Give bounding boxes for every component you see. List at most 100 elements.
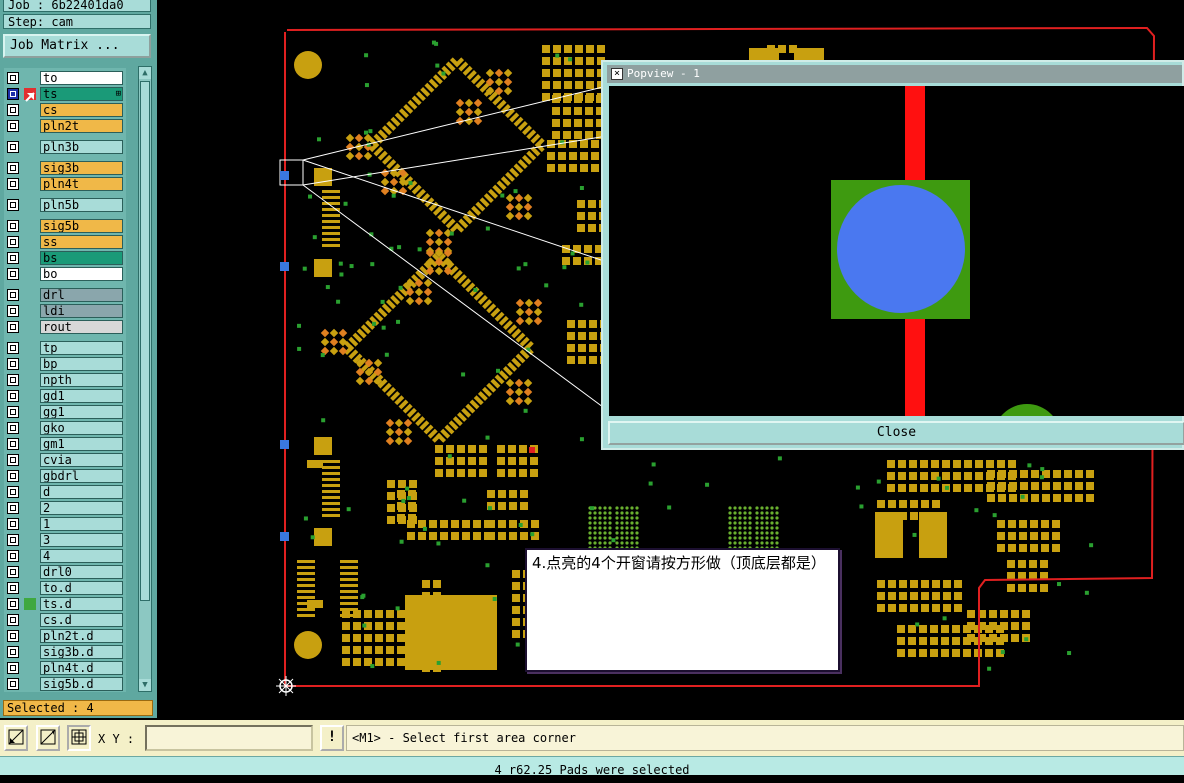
layer-row-pln5b[interactable]: pln5b — [4, 197, 126, 213]
layer-name[interactable]: sig3b — [40, 161, 123, 175]
layer-name[interactable]: ts ⊞ — [40, 87, 123, 101]
layer-row-cs-d[interactable]: cs.d — [4, 612, 126, 628]
layer-name[interactable]: 4 — [40, 549, 123, 563]
layer-name[interactable]: pln2t.d — [40, 629, 123, 643]
layer-checkbox[interactable] — [7, 220, 19, 232]
layer-row-to[interactable]: to — [4, 70, 126, 86]
layer-checkbox[interactable] — [7, 268, 19, 280]
layer-row-npth[interactable]: npth — [4, 372, 126, 388]
layer-row-pln3b[interactable]: pln3b — [4, 139, 126, 155]
close-x-icon[interactable]: × — [611, 68, 623, 80]
layer-row-sig3b-d[interactable]: sig3b.d — [4, 644, 126, 660]
layer-checkbox[interactable] — [7, 582, 19, 594]
layer-name[interactable]: gko — [40, 421, 123, 435]
layer-name[interactable]: to — [40, 71, 123, 85]
layer-checkbox[interactable] — [7, 199, 19, 211]
layer-checkbox[interactable] — [7, 454, 19, 466]
layer-checkbox[interactable] — [7, 422, 19, 434]
layer-checkbox[interactable] — [7, 342, 19, 354]
layer-name[interactable]: cvia — [40, 453, 123, 467]
layer-checkbox[interactable] — [7, 438, 19, 450]
layer-checkbox[interactable] — [7, 630, 19, 642]
measure-button[interactable] — [36, 725, 60, 751]
layer-name[interactable]: ldi — [40, 304, 123, 318]
layer-checkbox[interactable] — [7, 470, 19, 482]
layer-name[interactable]: 2 — [40, 501, 123, 515]
layer-name[interactable]: d — [40, 485, 123, 499]
layer-row-pln4t[interactable]: pln4t — [4, 176, 126, 192]
popview-canvas[interactable] — [609, 86, 1184, 416]
layer-row-d[interactable]: d — [4, 484, 126, 500]
layer-name[interactable]: drl — [40, 288, 123, 302]
layer-row-gg1[interactable]: gg1 — [4, 404, 126, 420]
scroll-down-icon[interactable]: ▼ — [139, 679, 151, 691]
layer-row-ts[interactable]: ts ⊞ — [4, 86, 126, 102]
layer-name[interactable]: gg1 — [40, 405, 123, 419]
layer-row-drl0[interactable]: drl0 — [4, 564, 126, 580]
layer-name[interactable]: bs — [40, 251, 123, 265]
layer-row-cs[interactable]: cs — [4, 102, 126, 118]
layer-checkbox[interactable] — [7, 534, 19, 546]
close-button[interactable]: Close — [608, 421, 1184, 445]
layer-name[interactable]: cs — [40, 103, 123, 117]
popview-titlebar[interactable]: × Popview - 1 — [607, 65, 1182, 83]
job-matrix-button[interactable]: Job Matrix ... — [3, 34, 151, 58]
zoom-area-button[interactable] — [4, 725, 28, 751]
layer-name[interactable]: cs.d — [40, 613, 123, 627]
layer-checkbox[interactable] — [7, 236, 19, 248]
layer-row-sig3b[interactable]: sig3b — [4, 160, 126, 176]
layer-row-2[interactable]: 2 — [4, 500, 126, 516]
layer-row-3[interactable]: 3 — [4, 532, 126, 548]
layer-name[interactable]: to.d — [40, 581, 123, 595]
layer-name[interactable]: pln5b — [40, 198, 123, 212]
layer-row-pln2t[interactable]: pln2t — [4, 118, 126, 134]
layer-checkbox[interactable] — [7, 502, 19, 514]
layer-name[interactable]: rout — [40, 320, 123, 334]
layer-name[interactable]: ss — [40, 235, 123, 249]
layer-row-sig5b[interactable]: sig5b — [4, 218, 126, 234]
layer-name[interactable]: pln4t.d — [40, 661, 123, 675]
layer-checkbox[interactable] — [7, 390, 19, 402]
xy-coordinate-input[interactable] — [145, 725, 313, 751]
layer-row-ts-d[interactable]: ts.d — [4, 596, 126, 612]
layer-checkbox[interactable] — [7, 662, 19, 674]
layer-checkbox[interactable] — [7, 550, 19, 562]
layer-checkbox[interactable] — [7, 598, 19, 610]
layer-name[interactable]: bp — [40, 357, 123, 371]
layer-checkbox[interactable] — [7, 321, 19, 333]
layer-checkbox[interactable] — [7, 406, 19, 418]
layer-name[interactable]: sig5b — [40, 219, 123, 233]
layer-name[interactable]: 3 — [40, 533, 123, 547]
layer-row-1[interactable]: 1 — [4, 516, 126, 532]
layer-name[interactable]: pln2t — [40, 119, 123, 133]
layer-checkbox[interactable] — [7, 358, 19, 370]
layer-name[interactable]: sig5b.d — [40, 677, 123, 691]
layer-name[interactable]: pln3b — [40, 140, 123, 154]
layer-checkbox[interactable] — [7, 374, 19, 386]
layer-checkbox[interactable] — [7, 120, 19, 132]
layer-checkbox[interactable] — [7, 646, 19, 658]
layer-row-cvia[interactable]: cvia — [4, 452, 126, 468]
layer-checkbox[interactable] — [7, 141, 19, 153]
layer-row-bp[interactable]: bp — [4, 356, 126, 372]
layer-checkbox[interactable] — [7, 88, 19, 100]
layer-row-tp[interactable]: tp — [4, 340, 126, 356]
layer-checkbox[interactable] — [7, 566, 19, 578]
layer-name[interactable]: ts.d — [40, 597, 123, 611]
scroll-up-icon[interactable]: ▲ — [139, 67, 151, 79]
popview-window[interactable]: × Popview - 1 Close — [601, 60, 1184, 450]
layer-checkbox[interactable] — [7, 305, 19, 317]
layer-name[interactable]: gm1 — [40, 437, 123, 451]
layer-checkbox[interactable] — [7, 289, 19, 301]
layer-row-pln2t-d[interactable]: pln2t.d — [4, 628, 126, 644]
layer-checkbox[interactable] — [7, 162, 19, 174]
layer-row-ldi[interactable]: ldi — [4, 303, 126, 319]
layer-row-ss[interactable]: ss — [4, 234, 126, 250]
scroll-thumb[interactable] — [140, 81, 150, 601]
layer-row-gd1[interactable]: gd1 — [4, 388, 126, 404]
layer-checkbox[interactable] — [7, 178, 19, 190]
layer-checkbox[interactable] — [7, 72, 19, 84]
layer-row-gm1[interactable]: gm1 — [4, 436, 126, 452]
layer-list-scrollbar[interactable]: ▲ ▼ — [138, 66, 152, 692]
layer-name[interactable]: 1 — [40, 517, 123, 531]
